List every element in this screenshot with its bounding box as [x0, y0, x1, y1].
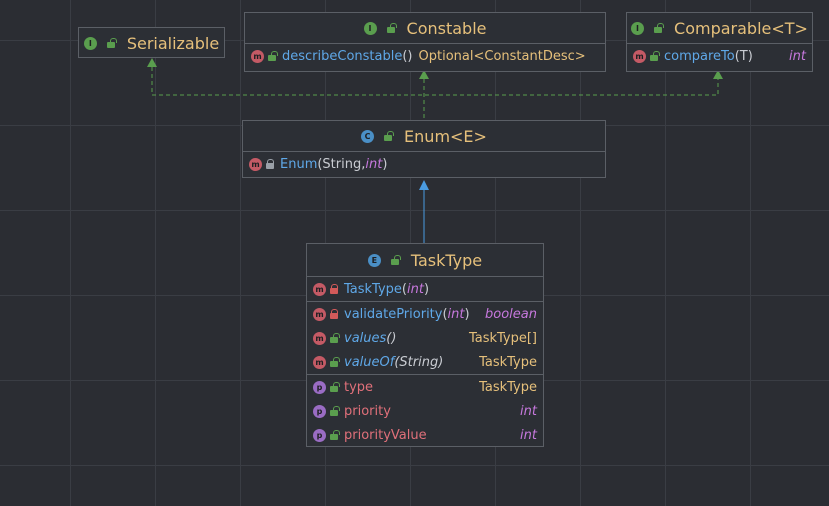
comparable-title: Comparable<T>	[674, 18, 808, 38]
public-lock-icon	[268, 51, 278, 61]
public-lock-icon	[106, 38, 117, 48]
enum-icon: E	[367, 253, 381, 267]
enum-methods: m Enum (String, int )	[243, 151, 605, 176]
public-lock-icon	[384, 131, 395, 141]
tasktype-methods: m validatePriority ( int ) boolean m val…	[307, 301, 543, 374]
params-prefix: (String,	[317, 156, 366, 172]
method-return-type: TaskType[]	[468, 330, 537, 346]
constable-box[interactable]: I Constable m describeConstable () Optio…	[244, 12, 606, 72]
public-lock-icon	[386, 23, 397, 33]
abstract-class-icon: C	[361, 129, 375, 143]
constable-title: Constable	[406, 18, 487, 38]
field-type: TaskType	[479, 379, 537, 395]
method-params: ()	[386, 330, 397, 346]
method-return-type: boolean	[485, 306, 537, 322]
method-name: compareTo	[664, 48, 735, 64]
method-name: describeConstable	[282, 48, 403, 64]
method-params: (T)	[734, 48, 753, 64]
private-lock-icon	[330, 309, 339, 319]
public-lock-icon	[654, 23, 665, 33]
method-name: valueOf	[344, 354, 395, 370]
method-name: values	[344, 330, 387, 346]
params-suffix: )	[382, 156, 388, 172]
tasktype-box[interactable]: E TaskType m TaskType ( int ) m validate…	[306, 243, 544, 447]
comparable-methods: m compareTo (T) int	[627, 43, 812, 68]
field-name: priorityValue	[344, 427, 427, 443]
abstract-method-icon: m	[633, 49, 646, 63]
method-params: (String)	[394, 354, 444, 370]
serializable-header: I Serializable	[79, 28, 224, 58]
field-type: int	[520, 427, 537, 443]
tasktype-constructors: m TaskType ( int )	[307, 276, 543, 301]
method-name: validatePriority	[344, 306, 443, 322]
params-kw: int	[407, 281, 424, 297]
public-lock-icon	[650, 51, 660, 61]
params-suffix: )	[423, 281, 430, 297]
constable-methods: m describeConstable () Optional<Constant…	[245, 43, 605, 68]
public-lock-icon	[330, 357, 340, 367]
property-icon: p	[313, 380, 326, 394]
serializable-box[interactable]: I Serializable	[78, 27, 225, 58]
field-name: type	[344, 379, 374, 395]
constable-header: I Constable	[245, 13, 605, 43]
method-row[interactable]: m valueOf (String) TaskType	[307, 350, 543, 374]
field-name: priority	[344, 403, 391, 419]
interface-icon: I	[363, 21, 377, 35]
method-row[interactable]: m values () TaskType[]	[307, 326, 543, 350]
static-method-icon: m	[313, 355, 326, 369]
method-row[interactable]: m describeConstable () Optional<Constant…	[245, 44, 605, 68]
tasktype-title: TaskType	[410, 250, 483, 270]
protected-key-icon	[266, 159, 275, 169]
field-row[interactable]: p priority int	[307, 399, 543, 423]
params-kw: int	[447, 306, 465, 322]
enum-header: C Enum<E>	[243, 121, 605, 151]
params-suffix: )	[464, 306, 470, 322]
field-type: int	[520, 403, 537, 419]
method-icon: m	[249, 157, 262, 171]
field-row[interactable]: p priorityValue int	[307, 423, 543, 447]
field-row[interactable]: p type TaskType	[307, 375, 543, 399]
public-lock-icon	[330, 333, 340, 343]
property-icon: p	[313, 404, 326, 418]
method-row[interactable]: m compareTo (T) int	[627, 44, 812, 68]
method-icon: m	[313, 282, 326, 296]
method-row[interactable]: m validatePriority ( int ) boolean	[307, 302, 543, 326]
private-lock-icon	[330, 284, 339, 294]
method-name: Enum	[280, 156, 318, 172]
abstract-method-icon: m	[251, 49, 264, 63]
constructor-row[interactable]: m TaskType ( int )	[307, 277, 543, 301]
public-lock-icon	[330, 382, 340, 392]
constructor-row[interactable]: m Enum (String, int )	[243, 152, 605, 176]
serializable-title: Serializable	[126, 33, 220, 53]
extends-arrow	[419, 180, 429, 190]
tasktype-fields: p type TaskType p priority int p priorit…	[307, 374, 543, 447]
comparable-header: I Comparable<T>	[627, 13, 812, 43]
public-lock-icon	[330, 406, 340, 416]
static-method-icon: m	[313, 331, 326, 345]
public-lock-icon	[390, 255, 401, 265]
property-icon: p	[313, 428, 326, 442]
enum-title: Enum<E>	[404, 126, 487, 146]
serializable-arrow	[147, 58, 157, 67]
public-lock-icon	[330, 430, 340, 440]
method-return-type: int	[789, 48, 806, 64]
method-name: TaskType	[344, 281, 402, 297]
method-params: ()	[402, 48, 413, 64]
interface-icon: I	[631, 21, 645, 35]
method-icon: m	[313, 307, 326, 321]
method-return-type: Optional<ConstantDesc>	[418, 48, 586, 64]
params-kw: int	[365, 156, 383, 172]
comparable-box[interactable]: I Comparable<T> m compareTo (T) int	[626, 12, 813, 72]
method-return-type: TaskType	[479, 354, 537, 370]
tasktype-header: E TaskType	[307, 244, 543, 276]
interface-icon: I	[83, 36, 97, 50]
enum-box[interactable]: C Enum<E> m Enum (String, int )	[242, 120, 606, 178]
